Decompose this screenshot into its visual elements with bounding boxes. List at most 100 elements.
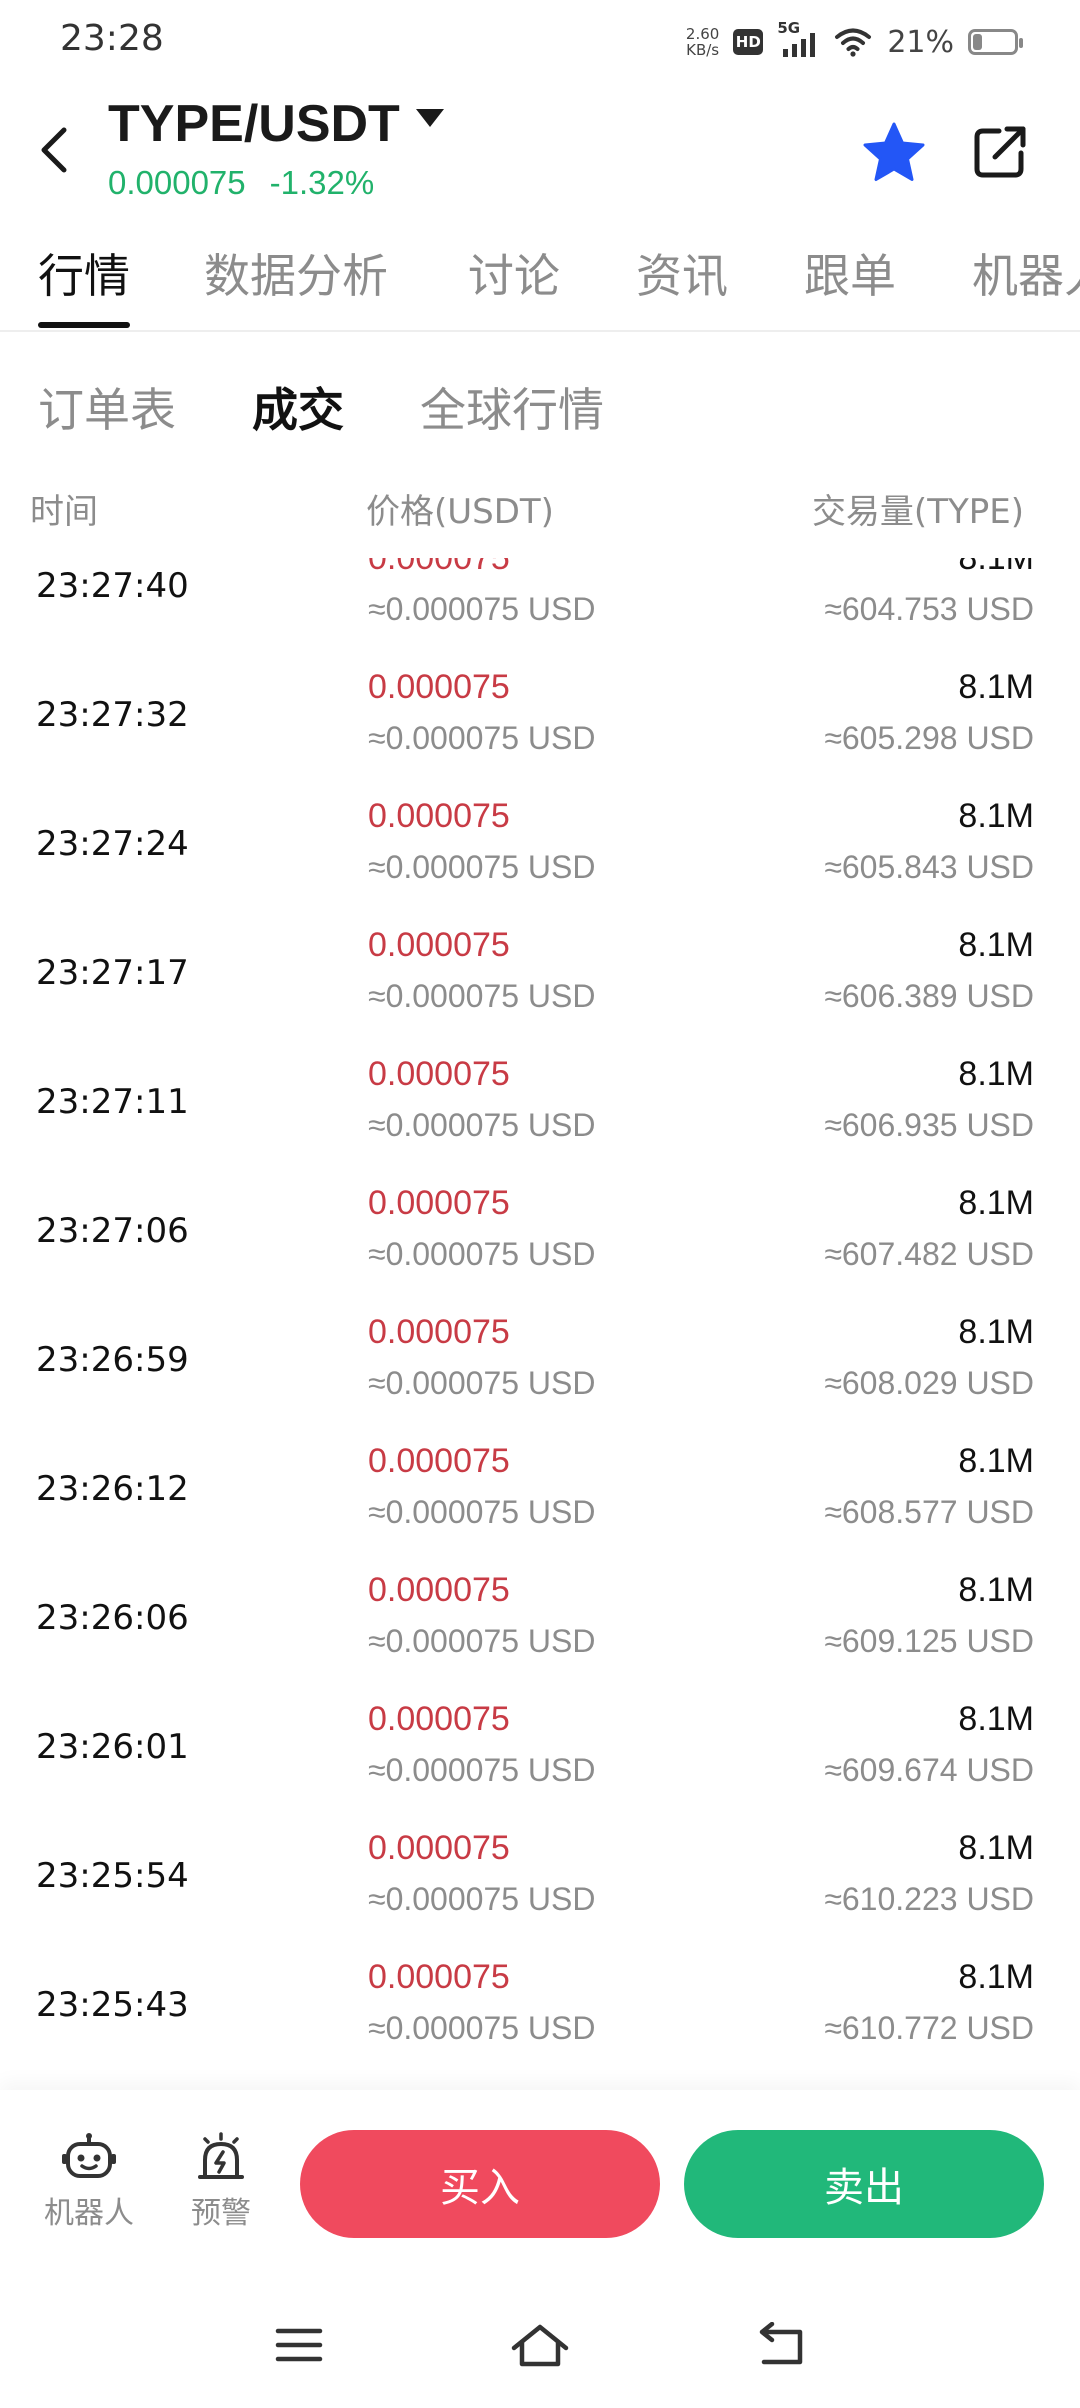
trade-row: 23:26:01 0.000075 ≈0.000075 USD 8.1M ≈609.67… — [0, 1690, 1080, 1819]
trade-volume-usd: ≈606.935 USD — [824, 1107, 1034, 1143]
trade-row: 23:27:40 0.000075 ≈0.000075 USD 8.1M ≈604.75… — [0, 558, 1080, 658]
tab-global-market[interactable]: 全球行情 — [420, 374, 604, 440]
trade-price-usd: ≈0.000075 USD — [368, 1494, 596, 1530]
secondary-tabs: 订单表 成交 全球行情 — [0, 374, 1080, 442]
favorite-button[interactable] — [858, 116, 930, 188]
system-nav-bar — [0, 2270, 1080, 2408]
trade-time: 23:25:54 — [36, 1856, 189, 1896]
robot-icon — [62, 2133, 116, 2178]
hd-icon: HD — [733, 29, 764, 55]
sell-button[interactable]: 卖出 — [684, 2130, 1044, 2238]
change-percentage: -1.32% — [269, 164, 375, 201]
trade-volume: 8.1M — [958, 1184, 1034, 1222]
trade-volume-usd: ≈610.223 USD — [824, 1881, 1034, 1917]
home-button[interactable] — [505, 2310, 575, 2380]
trade-volume: 8.1M — [958, 558, 1034, 577]
status-time: 23:28 — [60, 18, 164, 59]
trade-row: 23:27:06 0.000075 ≈0.000075 USD 8.1M ≈607.48… — [0, 1174, 1080, 1303]
trade-price-usd: ≈0.000075 USD — [368, 978, 596, 1014]
trade-volume-usd: ≈604.753 USD — [824, 591, 1034, 627]
tab-order-book[interactable]: 订单表 — [38, 374, 176, 440]
tab-discussion[interactable]: 讨论 — [468, 240, 560, 306]
star-icon — [863, 122, 925, 181]
share-icon — [974, 126, 1026, 178]
trade-volume: 8.1M — [958, 1829, 1034, 1867]
back-arrow-icon — [41, 127, 67, 173]
trade-volume-usd: ≈606.389 USD — [824, 978, 1034, 1014]
trade-time: 23:27:06 — [36, 1211, 189, 1251]
trade-volume: 8.1M — [958, 1055, 1034, 1093]
return-button[interactable] — [746, 2310, 816, 2380]
trade-price: 0.000075 — [368, 1958, 510, 1996]
trade-price: 0.000075 — [368, 1055, 510, 1093]
menu-icon — [275, 2328, 323, 2362]
alert-button[interactable]: 预警 — [166, 2132, 276, 2232]
trade-price-usd: ≈0.000075 USD — [368, 1365, 596, 1401]
network-speed-value: 2.60 — [685, 25, 720, 43]
tab-trades[interactable]: 成交 — [252, 374, 344, 440]
trade-row: 23:25:54 0.000075 ≈0.000075 USD 8.1M ≈610.22… — [0, 1819, 1080, 1948]
active-tab-indicator — [38, 322, 130, 328]
caret-down-icon — [415, 109, 444, 127]
alarm-icon — [198, 2132, 244, 2179]
menu-button[interactable] — [264, 2310, 334, 2380]
buy-button[interactable]: 买入 — [300, 2130, 660, 2238]
trade-price: 0.000075 — [368, 797, 510, 835]
tab-market[interactable]: 行情 — [38, 240, 130, 306]
share-button[interactable] — [964, 116, 1036, 188]
status-bar: 23:28 2.60 KB/s HD 5G 21% — [0, 0, 1080, 84]
trade-volume: 8.1M — [958, 1442, 1034, 1480]
trade-time: 23:27:40 — [36, 566, 189, 606]
trade-time: 23:26:12 — [36, 1469, 189, 1509]
tab-copy-trading[interactable]: 跟单 — [804, 240, 896, 306]
trade-price-usd: ≈0.000075 USD — [368, 1752, 596, 1788]
trade-row: 23:27:11 0.000075 ≈0.000075 USD 8.1M ≈606.93… — [0, 1045, 1080, 1174]
return-icon — [759, 2322, 803, 2365]
status-icons: 2.60 KB/s HD 5G 21% — [686, 18, 1023, 66]
tab-news[interactable]: 资讯 — [636, 240, 728, 306]
trade-row: 23:25:43 0.000075 ≈0.000075 USD 8.1M ≈610.77… — [0, 1948, 1080, 2077]
pair-selector[interactable]: TYPE/USDT — [108, 94, 444, 154]
tab-data-analysis[interactable]: 数据分析 — [204, 240, 388, 306]
back-button[interactable] — [30, 118, 78, 182]
wifi-icon — [835, 28, 872, 57]
battery-icon — [968, 29, 1023, 55]
trade-volume-usd: ≈609.674 USD — [824, 1752, 1034, 1788]
trade-price: 0.000075 — [368, 926, 510, 964]
battery-percentage: 21% — [887, 24, 954, 60]
tab-bots[interactable]: 机器人 — [972, 240, 1080, 306]
network-speed: 2.60 KB/s — [686, 26, 719, 58]
trade-price-usd: ≈0.000075 USD — [368, 1236, 596, 1272]
trade-price-usd: ≈0.000075 USD — [368, 720, 596, 756]
column-time: 时间 — [30, 492, 98, 532]
robot-button[interactable]: 机器人 — [34, 2132, 144, 2232]
trade-price: 0.000075 — [368, 1700, 510, 1738]
app-screen: 23:28 2.60 KB/s HD 5G 21% TYPE/USDT 0.00… — [0, 0, 1080, 2408]
home-icon — [511, 2324, 569, 2367]
trade-volume-usd: ≈608.029 USD — [824, 1365, 1034, 1401]
trade-price-usd: ≈0.000075 USD — [368, 2010, 596, 2046]
trade-time: 23:26:59 — [36, 1340, 189, 1380]
trade-volume: 8.1M — [958, 668, 1034, 706]
trade-volume-usd: ≈608.577 USD — [824, 1494, 1034, 1530]
trade-volume-usd: ≈607.482 USD — [824, 1236, 1034, 1272]
trade-time: 23:25:43 — [36, 1985, 189, 2025]
trade-price: 0.000075 — [368, 1184, 510, 1222]
trade-volume-usd: ≈610.772 USD — [824, 2010, 1034, 2046]
robot-label: 机器人 — [44, 2196, 134, 2231]
trade-volume-usd: ≈605.298 USD — [824, 720, 1034, 756]
trade-time: 23:27:17 — [36, 953, 189, 993]
pair-name: TYPE/USDT — [108, 95, 400, 153]
trade-list[interactable]: 23:27:40 0.000075 ≈0.000075 USD 8.1M ≈604.75… — [0, 558, 1080, 2088]
trade-volume-usd: ≈605.843 USD — [824, 849, 1034, 885]
trade-row: 23:26:59 0.000075 ≈0.000075 USD 8.1M ≈608.02… — [0, 1303, 1080, 1432]
signal-icon: 5G — [777, 19, 819, 59]
trade-price-usd: ≈0.000075 USD — [368, 1623, 596, 1659]
signal-type: 5G — [777, 19, 801, 37]
trade-price-usd: ≈0.000075 USD — [368, 1107, 596, 1143]
trade-volume: 8.1M — [958, 1313, 1034, 1351]
trade-volume: 8.1M — [958, 926, 1034, 964]
column-price: 价格(USDT) — [366, 492, 554, 532]
trade-price-usd: ≈0.000075 USD — [368, 1881, 596, 1917]
alert-label: 预警 — [191, 2196, 251, 2231]
